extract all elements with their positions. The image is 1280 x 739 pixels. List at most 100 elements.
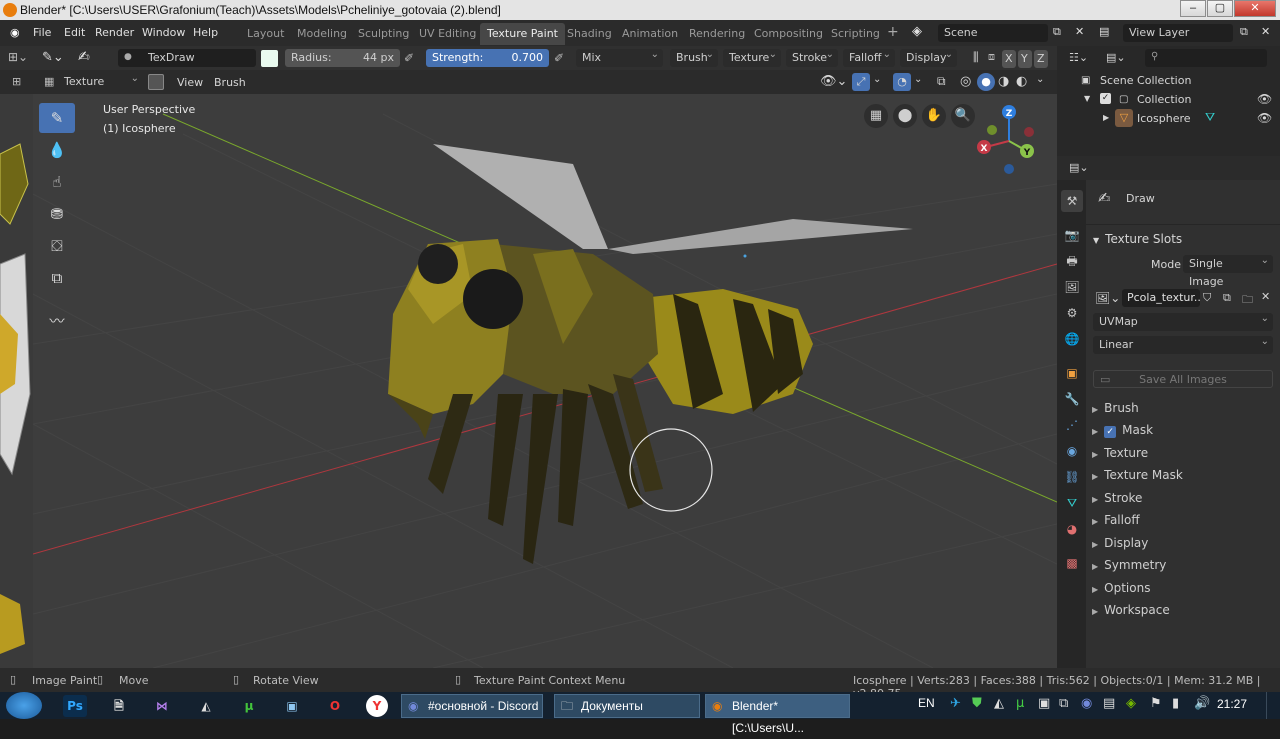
network-tray-icon[interactable]: ▮ [1172,696,1179,711]
add-workspace-icon[interactable]: + [887,24,899,40]
image-editor-strip[interactable] [0,94,33,668]
close-button[interactable]: ✕ [1234,0,1276,17]
clone-tool-icon[interactable]: ⛃ [39,199,75,229]
yandex-icon[interactable]: Y [366,695,388,717]
panel-options[interactable]: ▶ Options [1092,577,1272,599]
panel-texture[interactable]: ▶ Texture [1092,442,1272,464]
utorrent-tray-icon[interactable]: μ [1016,696,1024,711]
taskbar-documents[interactable]: 🗀 Документы [554,694,700,718]
mask-checkbox[interactable]: ✓ [1104,426,1117,438]
taskbar-blender[interactable]: ◉ Blender* [C:\Users\U... [705,694,850,735]
zoom-view-icon[interactable]: 🔍 [951,104,975,128]
pan-view-icon[interactable]: ✋ [922,104,946,128]
annotate-tool-icon[interactable]: 〰 [39,306,75,336]
tab-rendering[interactable]: Rendering [682,23,752,45]
tab-animation[interactable]: Animation [615,23,685,45]
brush-menu-2[interactable]: Brush [214,76,246,89]
overlay-dropdown-icon[interactable]: ⌄ [914,74,922,85]
panel-display[interactable]: ▶ Display [1092,532,1272,554]
tab-texture-paint[interactable]: Texture Paint [480,23,565,45]
outliner-search[interactable] [1145,49,1267,67]
clock[interactable]: 21:27 [1217,697,1247,711]
rendered-shading-icon[interactable]: ◐ [1016,74,1027,89]
mirror-z-toggle[interactable]: Z [1034,50,1048,68]
fake-user-icon[interactable]: ⛉ [1203,291,1211,305]
new-view-layer-icon[interactable]: ⧉ [1240,25,1248,39]
tab-uv-editing[interactable]: UV Editing [412,23,483,45]
panel-mask[interactable]: ▶ ✓ Mask [1092,419,1272,441]
viewport-canvas[interactable]: Z X Y [33,94,1057,668]
scene-field[interactable]: Scene [938,24,1048,42]
display-menu[interactable]: Display [900,46,957,67]
display-mode-icon[interactable]: ▤⌄ [1106,51,1126,64]
object-visibility-icon[interactable]: 👁 [1257,111,1272,125]
tray-app3-icon[interactable]: ▤ [1103,696,1115,711]
mesh-data-icon[interactable]: ⛛ [1205,110,1215,125]
tool-properties-tab-icon[interactable]: ⚒ [1061,190,1083,212]
save-all-images-button[interactable]: ▭ Save All Images [1093,370,1273,388]
start-button[interactable] [6,692,42,719]
tab-sculpting[interactable]: Sculpting [351,23,416,45]
visibility-icon[interactable]: 👁⌄ [820,74,847,89]
world-tab-icon[interactable]: 🌐 [1061,328,1083,350]
stroke-menu[interactable]: Stroke [786,46,838,67]
gizmo-dropdown-icon[interactable]: ⌄ [873,74,881,85]
tab-scripting[interactable]: Scripting [824,23,887,45]
falloff-menu[interactable]: Falloff [843,46,895,67]
menu-render[interactable]: Render [95,26,134,39]
radius-pressure-icon[interactable]: ✐ [404,51,414,65]
maximize-button[interactable]: ▢ [1207,0,1233,17]
app-icon[interactable]: ▣ [280,695,304,717]
tray-app-icon[interactable]: ▣ [1038,696,1050,711]
nvidia-tray-icon[interactable]: ◈ [1126,696,1136,711]
panel-brush[interactable]: ▶ Brush [1092,397,1272,419]
unlink-image-icon[interactable]: ✕ [1261,290,1270,303]
collection-label[interactable]: Collection [1137,93,1191,106]
outliner[interactable]: ☷⌄ ▤⌄ ⚲ ▣ Scene Collection ▼ ✓ ▢ Collect… [1057,46,1280,156]
render-properties-tab-icon[interactable]: 📷 [1061,224,1083,246]
outliner-editor-icon[interactable]: ☷⌄ [1069,51,1088,64]
radius-slider[interactable]: Radius: 44 px [285,49,400,67]
minimize-button[interactable]: – [1180,0,1206,17]
view-layer-field[interactable]: View Layer [1123,24,1233,42]
photoshop-icon[interactable]: Ps [63,695,87,717]
menu-file[interactable]: File [33,26,51,39]
soften-tool-icon[interactable]: 💧 [39,135,75,165]
discord-tray-icon[interactable]: ◉ [1081,696,1092,711]
tab-compositing[interactable]: Compositing [747,23,830,45]
tray-app2-icon[interactable]: ⧉ [1059,696,1068,711]
open-image-icon[interactable]: 🗀 [1242,291,1253,310]
tab-layout[interactable]: Layout [240,23,291,45]
mode-dropdown[interactable]: Texture Paint [58,70,143,106]
image-name-field[interactable]: Pcola_textur... [1122,289,1200,307]
scene-icon[interactable]: ◈ [912,24,922,39]
blend-mode-dropdown[interactable]: Mix [576,46,663,67]
brush-color-swatch[interactable] [261,50,278,67]
smear-tool-icon[interactable]: ☝ [39,167,75,197]
fill-tool-icon[interactable]: ⛋ [39,231,75,261]
gizmo-toggle-icon[interactable]: ⤢ [852,73,870,91]
unity-tray-icon[interactable]: ◭ [994,696,1004,711]
collection-expand-icon[interactable]: ▼ [1084,94,1090,103]
slot-mode-dropdown[interactable]: Single Image [1183,252,1273,288]
view-menu[interactable]: View [177,76,203,89]
xray-icon[interactable]: ⧉ [937,74,946,89]
brush-menu[interactable]: Brush [670,46,718,67]
3d-viewport[interactable]: Z X Y User Perspective (1) Icosphere ▦ ⬤… [33,94,1057,668]
strength-pressure-icon[interactable]: ✐ [554,51,564,65]
scene-tab-icon[interactable]: ⚙ [1061,302,1083,324]
volume-tray-icon[interactable]: 🔊 [1194,696,1210,711]
mirror-x-toggle[interactable]: X [1002,50,1016,68]
texture-slots-header[interactable]: ▼ Texture Slots [1093,232,1182,246]
output-properties-tab-icon[interactable]: 🖶 [1061,250,1083,272]
collection-visibility-icon[interactable]: 👁 [1257,92,1272,106]
brush-tool-icon[interactable]: ✎⌄ [42,50,64,65]
tray-flag-icon[interactable]: ⚑ [1150,696,1162,711]
wireframe-shading-icon[interactable]: ◎ [960,74,971,89]
shading-dropdown-icon[interactable]: ⌄ [1036,74,1044,85]
taskbar-discord[interactable]: ◉ #основной - Discord [401,694,543,718]
view-layer-tab-icon[interactable]: 🖼 [1061,276,1083,298]
camera-view-icon[interactable]: ⬤ [893,104,917,128]
toggle-camera-ortho-icon[interactable]: ▦ [864,104,888,128]
editor-type-icon-2[interactable]: ⊞ [12,75,21,88]
